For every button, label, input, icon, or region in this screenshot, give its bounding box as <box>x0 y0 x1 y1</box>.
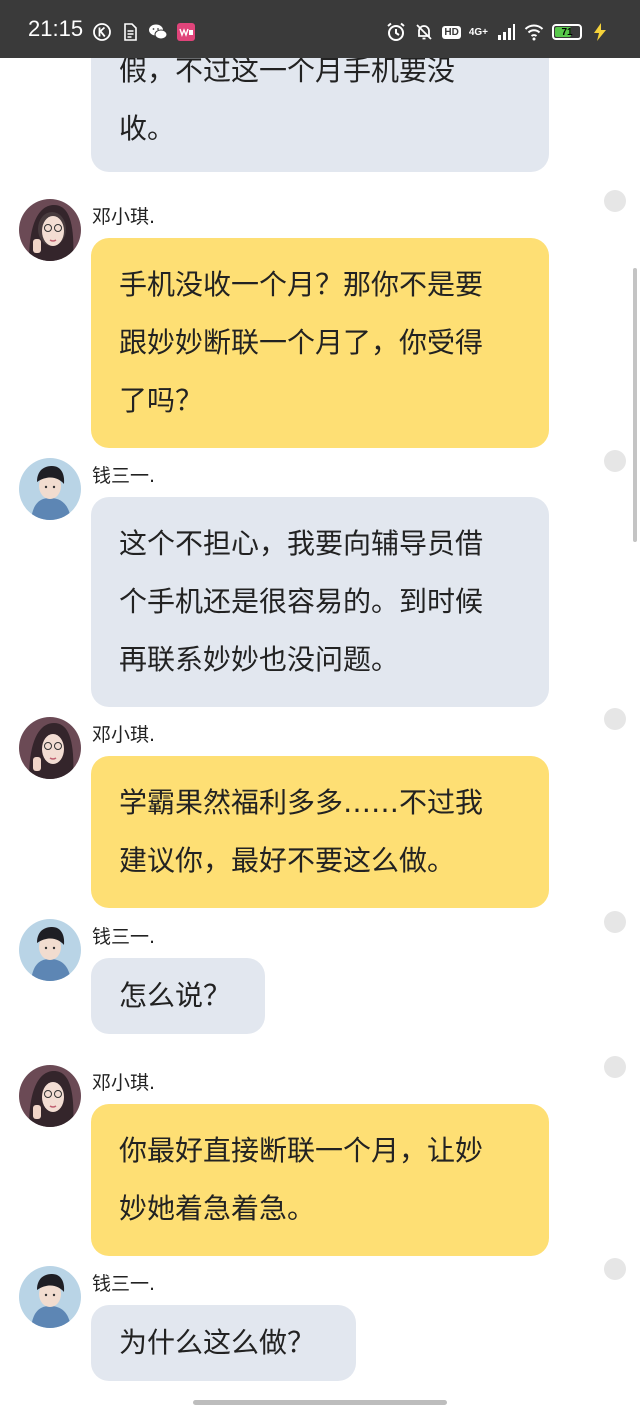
sender-name: 邓小琪. <box>92 724 156 746</box>
wifi-icon <box>524 24 544 41</box>
k-badge-icon <box>93 23 111 41</box>
female-avatar-image <box>19 199 81 261</box>
select-message-checkbox[interactable] <box>604 1258 626 1280</box>
female-avatar[interactable] <box>19 199 81 261</box>
female-avatar[interactable] <box>19 717 81 779</box>
mute-icon <box>416 24 432 40</box>
female-avatar-image <box>19 717 81 779</box>
female-avatar[interactable] <box>19 1065 81 1127</box>
signal-icon <box>498 24 515 40</box>
message-bubble[interactable]: 手机没收一个月？那你不是要 跟妙妙断联一个月了，你受得 了吗？ <box>91 238 549 448</box>
battery-level: 71 <box>561 26 573 38</box>
message-bubble[interactable]: 学霸果然福利多多……不过我 建议你，最好不要这么做。 <box>91 756 549 908</box>
male-avatar-image <box>19 1266 81 1328</box>
message-line: 怎么说？ <box>119 979 232 1012</box>
app-icon <box>177 23 195 41</box>
status-time: 21:15 <box>28 16 84 41</box>
male-avatar[interactable] <box>19 458 81 520</box>
sender-name: 邓小琪. <box>92 1072 156 1094</box>
select-message-checkbox[interactable] <box>604 450 626 472</box>
sender-name: 钱三一. <box>92 465 156 487</box>
scrollbar[interactable] <box>633 268 637 542</box>
message-line: 跟妙妙断联一个月了，你受得 <box>119 326 484 359</box>
wechat-icon <box>149 24 168 40</box>
alarm-icon <box>387 22 405 41</box>
message-line: 你最好直接断联一个月，让妙 <box>119 1134 484 1167</box>
status-bar: 21:15 HD 4G+ 71 <box>0 0 640 58</box>
male-avatar[interactable] <box>19 919 81 981</box>
system-icons: HD 4G+ 71 <box>386 22 610 42</box>
battery-icon: 71 <box>552 24 582 40</box>
notification-icons <box>92 22 196 42</box>
select-message-checkbox[interactable] <box>604 190 626 212</box>
female-avatar-image <box>19 1065 81 1127</box>
message-line: 建议你，最好不要这么做。 <box>119 844 456 877</box>
chat-screen: 21:15 HD 4G+ 71 假，不过这一个月手机要没 收。 邓小琪. 手机没… <box>0 0 640 1408</box>
message-line: 了吗？ <box>119 384 204 417</box>
select-message-checkbox[interactable] <box>604 911 626 933</box>
document-icon <box>124 23 137 41</box>
sender-name: 邓小琪. <box>92 206 156 228</box>
message-line: 为什么这么做？ <box>119 1326 316 1359</box>
hd-icon: HD <box>442 25 461 39</box>
message-bubble[interactable]: 为什么这么做？ <box>91 1305 356 1381</box>
message-line: 手机没收一个月？那你不是要 <box>119 268 484 301</box>
sender-name: 钱三一. <box>92 1273 156 1295</box>
sender-name: 钱三一. <box>92 926 156 948</box>
male-avatar[interactable] <box>19 1266 81 1328</box>
message-list[interactable]: 假，不过这一个月手机要没 收。 邓小琪. 手机没收一个月？那你不是要 跟妙妙断联… <box>0 0 640 1408</box>
message-line: 妙她着急着急。 <box>119 1192 316 1225</box>
message-line: 个手机还是很容易的。到时候 <box>119 585 484 618</box>
home-indicator[interactable] <box>193 1400 447 1405</box>
male-avatar-image <box>19 458 81 520</box>
message-line: 收。 <box>119 112 176 145</box>
male-avatar-image <box>19 919 81 981</box>
message-line: 再联系妙妙也没问题。 <box>119 643 400 676</box>
message-bubble[interactable]: 你最好直接断联一个月，让妙 妙她着急着急。 <box>91 1104 549 1256</box>
charging-icon <box>594 23 606 41</box>
network-type: 4G+ <box>468 26 488 38</box>
message-bubble[interactable]: 怎么说？ <box>91 958 265 1034</box>
message-bubble[interactable]: 这个不担心，我要向辅导员借 个手机还是很容易的。到时候 再联系妙妙也没问题。 <box>91 497 549 707</box>
select-message-checkbox[interactable] <box>604 708 626 730</box>
message-line: 学霸果然福利多多……不过我 <box>119 786 484 819</box>
select-message-checkbox[interactable] <box>604 1056 626 1078</box>
message-line: 这个不担心，我要向辅导员借 <box>119 527 484 560</box>
